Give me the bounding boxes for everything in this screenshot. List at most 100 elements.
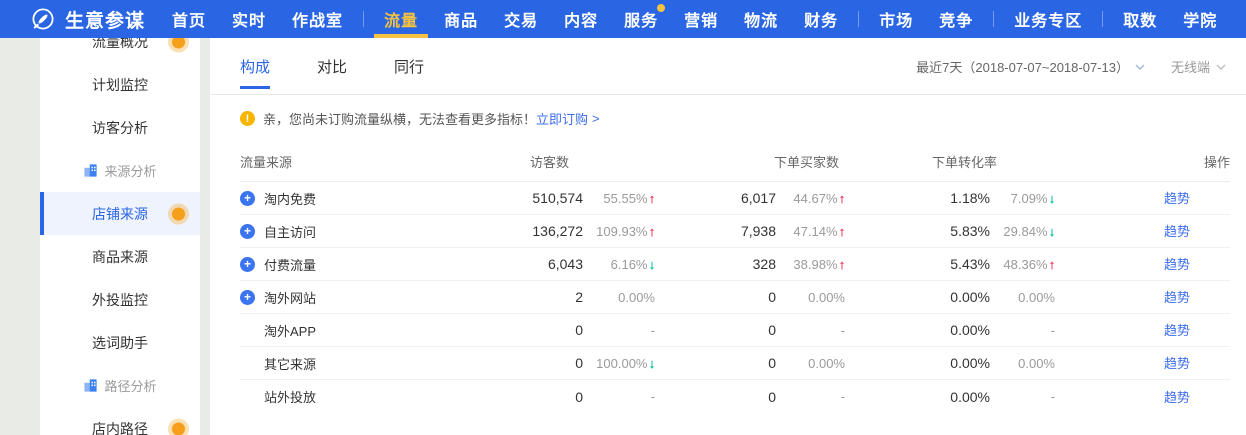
nav-item-traffic[interactable]: 流量: [384, 0, 418, 38]
sidebar-item-instore-path[interactable]: 店内路径: [40, 407, 200, 435]
buyers-value: 6,017: [655, 190, 776, 206]
row-label-cell: 自主访问: [240, 222, 460, 241]
sidebar-section-source-analysis: 来源分析: [40, 149, 200, 192]
expand-icon[interactable]: [240, 191, 255, 206]
nav-separator: [858, 11, 859, 27]
brand[interactable]: 生意参谋: [30, 6, 145, 33]
traffic-source-table: 流量来源 访客数 下单买家数 下单转化率 操作 淘内免费 510,574 55.…: [240, 142, 1230, 413]
trend-link[interactable]: 趋势: [1164, 356, 1190, 371]
sidebar-section-path-analysis: 路径分析: [40, 364, 200, 407]
tab-composition[interactable]: 构成: [240, 38, 270, 95]
change-value: 0.00%: [808, 290, 845, 305]
compass-logo-icon: [30, 6, 56, 32]
sidebar-item-plan-monitor[interactable]: 计划监控: [40, 63, 200, 106]
traffic-source-name: 淘外网站: [264, 288, 316, 307]
table-row: 付费流量 6,043 6.16%↓ 328 38.98%↑ 5.43% 48.3…: [240, 248, 1230, 281]
visitors-value: 2: [460, 289, 583, 305]
col-header-action: 操作: [1055, 152, 1230, 171]
nav-separator: [1102, 11, 1103, 27]
nav-item-finance[interactable]: 财务: [804, 0, 838, 38]
nav-item-data-extract[interactable]: 取数: [1123, 0, 1157, 38]
row-label-cell: 付费流量: [240, 255, 460, 274]
device-selector[interactable]: 无线端: [1171, 57, 1226, 76]
trend-link[interactable]: 趋势: [1164, 224, 1190, 239]
nav-item-competition[interactable]: 竞争: [939, 0, 973, 38]
nav-item-service[interactable]: 服务: [624, 0, 658, 38]
change-value: 109.93%: [596, 224, 647, 239]
sidebar-item-shop-source[interactable]: 店铺来源: [40, 192, 200, 235]
change-value: 0.00%: [1018, 290, 1055, 305]
trend-link[interactable]: 趋势: [1164, 257, 1190, 272]
visitors-change: 109.93%↑: [583, 224, 655, 239]
visitors-change: 55.55%↑: [583, 191, 655, 206]
table-row: 自主访问 136,272 109.93%↑ 7,938 47.14%↑ 5.83…: [240, 215, 1230, 248]
expand-icon[interactable]: [240, 257, 255, 272]
sidebar-section-label: 来源分析: [104, 161, 156, 180]
change-value: 48.36%: [1003, 257, 1047, 272]
table-row: 淘外网站 2 0.00% 0 0.00% 0.00% 0.00% 趋势: [240, 281, 1230, 314]
conversion-change: 29.84%↓: [990, 224, 1055, 239]
sidebar-item-label: 访客分析: [92, 118, 148, 138]
trend-link[interactable]: 趋势: [1164, 390, 1190, 405]
building-icon: [83, 378, 98, 393]
conversion-value: 5.83%: [845, 223, 990, 239]
building-icon: [83, 163, 98, 178]
action-cell: 趋势: [1055, 221, 1230, 241]
buyers-change: -: [776, 389, 845, 404]
nav-item-marketing[interactable]: 营销: [684, 0, 718, 38]
traffic-source-name: 其它来源: [264, 354, 316, 373]
traffic-source-name: 站外投放: [264, 387, 316, 406]
action-cell: 趋势: [1055, 254, 1230, 274]
sidebar-item-keyword-helper[interactable]: 选词助手: [40, 321, 200, 364]
nav-item-business-zone[interactable]: 业务专区: [1014, 0, 1082, 38]
expand-icon[interactable]: [240, 224, 255, 239]
date-range-selector[interactable]: 最近7天（2018-07-07~2018-07-13）: [916, 57, 1145, 76]
change-value: 0.00%: [618, 290, 655, 305]
sidebar-item-visitor-analysis[interactable]: 访客分析: [40, 106, 200, 149]
chevron-down-icon: [1135, 64, 1145, 70]
buyers-change: 44.67%↑: [776, 191, 845, 206]
visitors-change: 0.00%: [583, 290, 655, 305]
sidebar-item-product-source[interactable]: 商品来源: [40, 235, 200, 278]
row-label-cell: 淘外APP: [240, 321, 460, 340]
nav-item-market[interactable]: 市场: [879, 0, 913, 38]
sidebar-item-external-monitor[interactable]: 外投监控: [40, 278, 200, 321]
trend-link[interactable]: 趋势: [1164, 191, 1190, 206]
nav-item-home[interactable]: 首页: [172, 0, 206, 38]
nav-item-warroom[interactable]: 作战室: [292, 0, 343, 38]
nav-item-content[interactable]: 内容: [564, 0, 598, 38]
change-value: 6.16%: [611, 257, 648, 272]
chevron-down-icon: [1216, 64, 1226, 70]
buyers-value: 328: [655, 256, 776, 272]
nav-item-product[interactable]: 商品: [444, 0, 478, 38]
nav-item-academy[interactable]: 学院: [1183, 0, 1217, 38]
change-value: 0.00%: [1018, 356, 1055, 371]
sidebar-item-label: 商品来源: [92, 247, 148, 267]
nav-item-trade[interactable]: 交易: [504, 0, 538, 38]
tab-compare[interactable]: 对比: [317, 38, 347, 95]
buyers-value: 0: [655, 322, 776, 338]
change-value: 7.09%: [1011, 191, 1048, 206]
nav-item-realtime[interactable]: 实时: [232, 0, 266, 38]
row-label-cell: 站外投放: [240, 387, 460, 406]
buyers-value: 7,938: [655, 223, 776, 239]
conversion-value: 5.43%: [845, 256, 990, 272]
subscribe-link[interactable]: 立即订购: [536, 109, 588, 128]
notice-arrow: >: [592, 111, 600, 126]
tab-peers[interactable]: 同行: [394, 38, 424, 95]
col-header-buyers: 下单买家数: [655, 152, 845, 171]
visitors-change: 100.00%↓: [583, 356, 655, 371]
trend-link[interactable]: 趋势: [1164, 290, 1190, 305]
nav-item-logistics[interactable]: 物流: [744, 0, 778, 38]
trend-link[interactable]: 趋势: [1164, 323, 1190, 338]
traffic-source-name: 付费流量: [264, 255, 316, 274]
action-cell: 趋势: [1055, 188, 1230, 208]
visitors-value: 6,043: [460, 256, 583, 272]
change-value: 0.00%: [808, 356, 845, 371]
expand-icon[interactable]: [240, 290, 255, 305]
change-value: 44.67%: [793, 191, 837, 206]
conversion-change: 0.00%: [990, 356, 1055, 371]
change-value: 47.14%: [793, 224, 837, 239]
notice-text: 亲，您尚未订购流量纵横，无法查看更多指标！: [263, 109, 536, 128]
action-cell: 趋势: [1055, 320, 1230, 340]
